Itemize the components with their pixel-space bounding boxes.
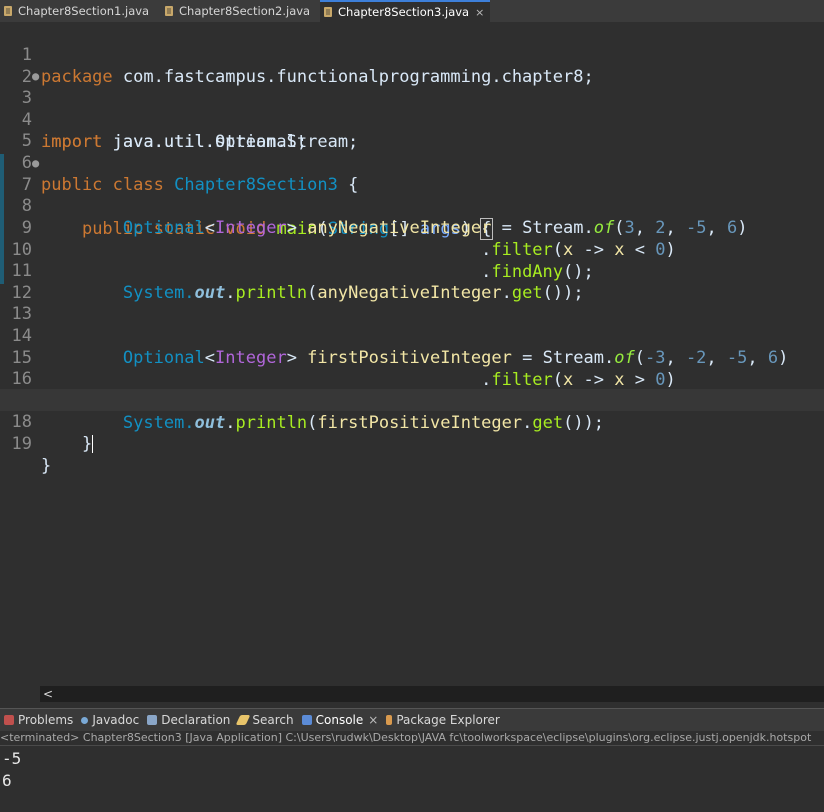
tab-chapter8section2[interactable]: Chapter8Section2.java xyxy=(165,0,310,22)
console-header: <terminated> Chapter8Section3 [Java Appl… xyxy=(0,731,824,746)
close-icon[interactable]: × xyxy=(475,6,484,19)
console-line: -5 xyxy=(2,749,22,768)
tab-chapter8section3[interactable]: Chapter8Section3.java × xyxy=(320,0,491,22)
tab-label: Chapter8Section1.java xyxy=(18,4,150,18)
tab-label: Chapter8Section3.java xyxy=(338,5,470,19)
code-line: 14 Optional<Integer> firstPositiveIntege… xyxy=(0,303,824,368)
tab-label: Package Explorer xyxy=(396,713,500,727)
close-icon[interactable]: × xyxy=(368,713,378,727)
tab-console[interactable]: Console × xyxy=(301,713,378,727)
tab-problems[interactable]: Problems xyxy=(4,713,73,727)
console-line: 6 xyxy=(2,771,12,790)
tab-declaration[interactable]: Declaration xyxy=(147,713,230,727)
tab-label: Search xyxy=(252,713,294,727)
text-cursor xyxy=(92,435,94,453)
code-editor[interactable]: 1 package com.fastcampus.functionalprogr… xyxy=(0,22,824,686)
fold-icon[interactable]: ● xyxy=(32,65,40,87)
code-line: 12 xyxy=(0,260,824,303)
code-line: 13 xyxy=(0,281,824,324)
java-file-icon xyxy=(4,6,12,16)
code-text: } xyxy=(81,434,93,454)
tab-chapter8section1[interactable]: Chapter8Section1.java xyxy=(4,0,149,22)
editor-tab-bar: Chapter8Section1.java Chapter8Section2.j… xyxy=(0,0,824,22)
code-line: 8 Optional<Integer> anyNegativeInteger =… xyxy=(0,173,824,238)
code-line: 6 public class Chapter8Section3 { xyxy=(0,130,824,195)
code-line: 2 xyxy=(0,44,824,87)
tab-package-explorer[interactable]: Package Explorer xyxy=(386,713,500,727)
current-line: 18 } xyxy=(0,389,824,454)
code-line: 19 } xyxy=(0,411,824,476)
tab-label: Problems xyxy=(18,713,74,727)
console-output[interactable]: -5 6 xyxy=(0,746,824,812)
horizontal-scrollbar[interactable]: < xyxy=(40,686,824,702)
tab-label: Declaration xyxy=(161,713,231,727)
code-line: 16 .findFirst(); xyxy=(0,346,824,411)
code-line: 1 package com.fastcampus.functionalprogr… xyxy=(0,22,824,87)
package-explorer-icon xyxy=(386,715,393,725)
code-line: 3 ● import java.util.Optional; xyxy=(0,65,824,152)
tab-label: Console xyxy=(315,713,364,727)
tab-label: Javadoc xyxy=(92,713,140,727)
code-line: 11 System.out.println(anyNegativeInteger… xyxy=(0,238,824,303)
scroll-left-icon[interactable]: < xyxy=(43,686,53,702)
bottom-view-tabs: Problems Javadoc Declaration Search Cons… xyxy=(0,708,824,731)
console-icon xyxy=(301,715,312,725)
code-line: 17 System.out.println(firstPositiveInteg… xyxy=(0,368,824,433)
declaration-icon xyxy=(147,715,158,725)
code-line: 5 xyxy=(0,108,824,151)
code-line: 10 .findAny(); xyxy=(0,217,824,282)
code-line: 4 import java.util.stream.Stream; xyxy=(0,87,824,152)
problems-icon xyxy=(4,715,14,725)
java-file-icon xyxy=(324,7,332,17)
search-icon xyxy=(236,715,251,725)
code-line: 7 ● public static void main(String[] arg… xyxy=(0,152,824,240)
code-line: 9 .filter(x -> x < 0) xyxy=(0,195,824,260)
java-file-icon xyxy=(165,6,173,16)
code-text: } xyxy=(41,456,52,476)
tab-javadoc[interactable]: Javadoc xyxy=(81,713,139,727)
fold-icon[interactable]: ● xyxy=(32,152,40,174)
tab-search[interactable]: Search xyxy=(236,713,294,727)
tab-label: Chapter8Section2.java xyxy=(179,4,311,18)
code-line: 15 .filter(x -> x > 0) xyxy=(0,325,824,390)
line-number: 19 xyxy=(11,434,32,454)
javadoc-icon xyxy=(81,716,89,724)
